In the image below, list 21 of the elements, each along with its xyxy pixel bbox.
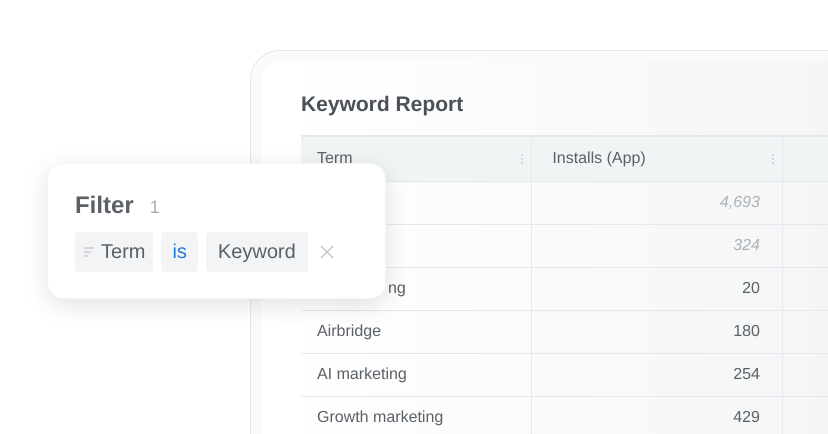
filter-count: 1 (150, 196, 160, 219)
table-cell-text: AI marketing (317, 365, 407, 385)
table-cell-text: 429 (733, 408, 760, 428)
filter-title: Filter (75, 191, 134, 221)
close-icon[interactable] (320, 245, 334, 259)
filter-operator-chip[interactable]: is (161, 232, 198, 272)
filter-value-chip[interactable]: Keyword (206, 232, 308, 272)
column-menu-icon[interactable] (772, 154, 774, 164)
column-menu-icon[interactable] (521, 154, 524, 164)
table-cell-text: 254 (733, 365, 760, 385)
filter-field-chip[interactable]: Term (75, 232, 154, 272)
table-cell-text: 180 (733, 322, 760, 342)
table-cell-text: Airbridge (317, 322, 382, 342)
column-header[interactable]: Installs (App) (532, 137, 784, 181)
lines-icon (83, 246, 95, 258)
report-title: Keyword Report (301, 92, 464, 118)
table-cell-text: ng (387, 279, 406, 299)
table-cell-text: 324 (733, 236, 760, 256)
table-cell-text: 4,693 (720, 193, 760, 213)
table-cell-text: Growth marketing (317, 408, 444, 428)
table-cell-text: 20 (742, 279, 760, 299)
